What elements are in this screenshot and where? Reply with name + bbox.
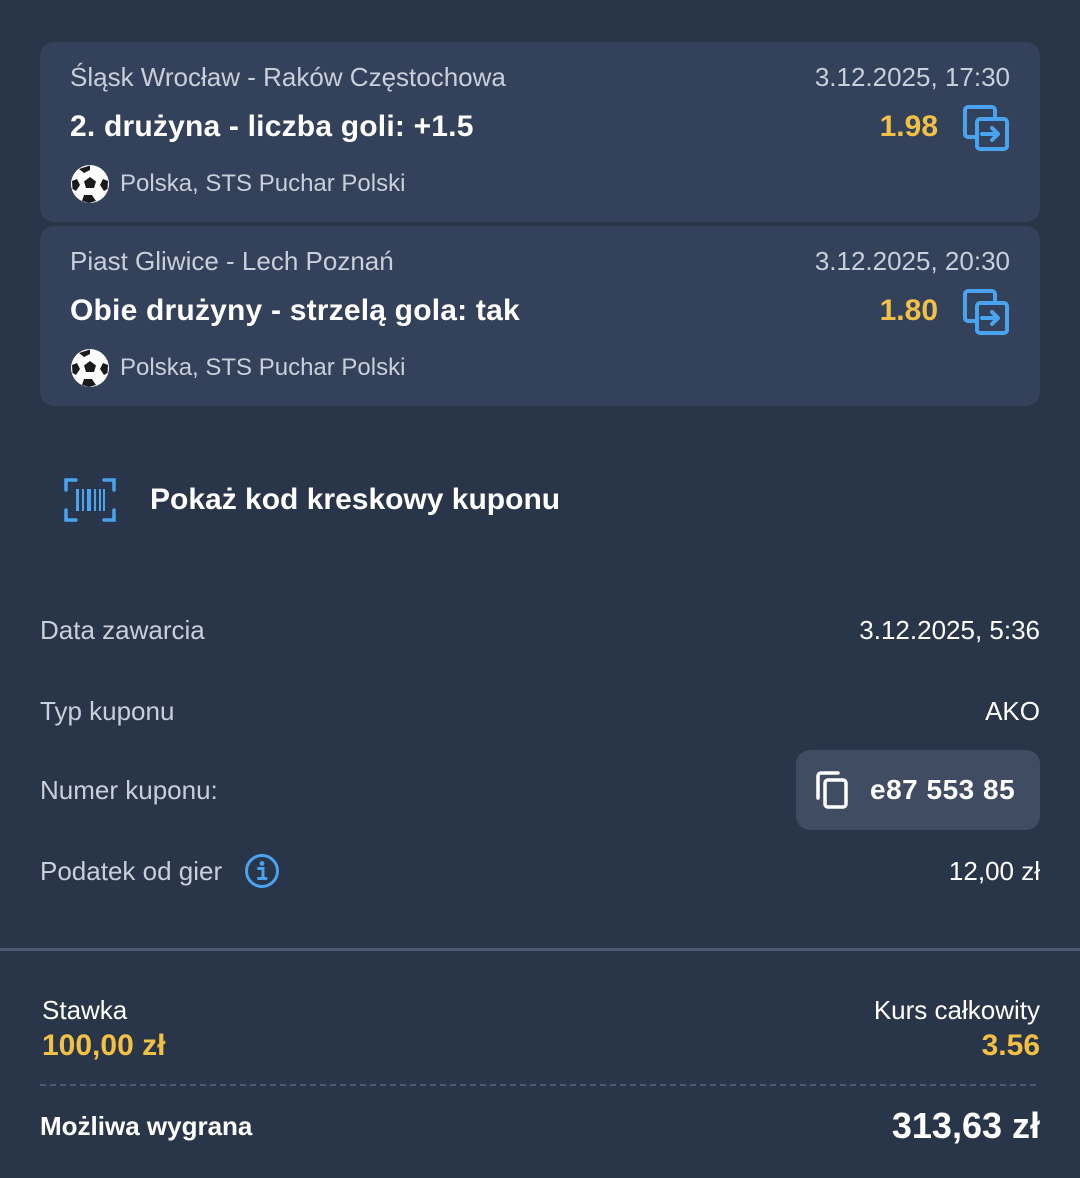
type-label: Typ kuponu [40,695,175,726]
league-name: Polska, STS Puchar Polski [120,354,406,381]
divider [40,1084,1036,1086]
coupon-number-label: Numer kuponu: [40,774,218,805]
match-datetime: 3.12.2025, 20:30 [814,246,1010,276]
match-name: Piast Gliwice - Lech Poznań [70,246,394,276]
total-odds-value: 3.56 [981,1029,1040,1062]
bet-odds: 1.98 [879,110,938,143]
stake-value: 100,00 zł [42,1029,166,1062]
bet-card[interactable]: Śląsk Wrocław - Raków Częstochowa 3.12.2… [40,42,1040,222]
date-row: Data zawarcia 3.12.2025, 5:36 [40,600,1040,660]
type-value: AKO [985,695,1040,726]
tax-value: 12,00 zł [948,855,1040,886]
show-barcode-button[interactable]: Pokaż kod kreskowy kuponu [64,478,560,522]
total-odds-label: Kurs całkowity [873,995,1040,1025]
tax-label-wrap: Podatek od gier [40,853,280,889]
date-value: 3.12.2025, 5:36 [859,614,1040,645]
tax-row: Podatek od gier 12,00 zł [40,841,1040,901]
copy-coupon-number-button[interactable]: e87 553 85 [796,750,1040,830]
soccer-ball-icon [71,349,109,387]
bet-odds: 1.80 [879,294,938,327]
bet-market: Obie drużyny - strzelą gola: tak [70,294,520,327]
possible-win-label: Możliwa wygrana [40,1111,253,1141]
coupon-number: e87 553 85 [870,774,1016,805]
date-label: Data zawarcia [40,614,205,645]
tax-label: Podatek od gier [40,855,223,886]
info-icon[interactable] [244,853,280,889]
type-row: Typ kuponu AKO [40,681,1040,741]
league-row: Polska, STS Puchar Polski [70,348,405,388]
swap-bet-icon[interactable] [962,104,1010,152]
bet-card[interactable]: Piast Gliwice - Lech Poznań 3.12.2025, 2… [40,226,1040,406]
bet-market: 2. drużyna - liczba goli: +1.5 [70,110,474,143]
match-datetime: 3.12.2025, 17:30 [814,62,1010,92]
coupon-summary: Stawka 100,00 zł Kurs całkowity 3.56 Moż… [0,948,1080,1178]
league-name: Polska, STS Puchar Polski [120,170,406,197]
barcode-label: Pokaż kod kreskowy kuponu [150,483,561,516]
barcode-scan-icon [64,478,116,522]
copy-icon [816,771,848,809]
soccer-ball-icon [71,165,109,203]
league-row: Polska, STS Puchar Polski [70,164,405,204]
stake-label: Stawka [42,995,128,1025]
possible-win-value: 313,63 zł [891,1105,1040,1146]
match-name: Śląsk Wrocław - Raków Częstochowa [70,62,506,92]
coupon-number-row: Numer kuponu: e87 553 85 [40,750,1040,830]
swap-bet-icon[interactable] [962,288,1010,336]
